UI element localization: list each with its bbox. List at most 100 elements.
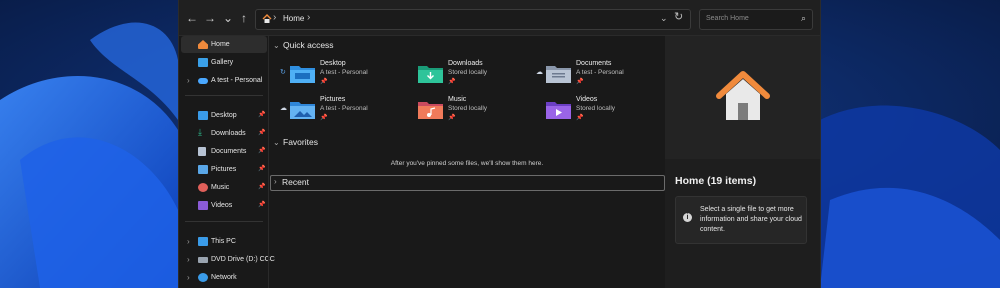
navigation-pane: Home Gallery › A test - Personal Desktop… [179,36,275,288]
quick-access-music[interactable]: Music Stored locally 📌 [418,96,543,126]
cloud-icon: ☁ [536,69,543,76]
tile-name: Music [448,96,467,103]
pin-icon: 📌 [320,79,328,85]
downloads-folder-icon [418,66,443,83]
favorites-header[interactable]: ⌄ Favorites [273,137,318,147]
quick-access-documents[interactable]: ☁ Documents A test - Personal 📌 [536,60,671,90]
sidebar-item-label: Network [211,274,237,281]
breadcrumb-separator-icon[interactable]: › [307,12,310,23]
sync-icon: ↻ [280,69,286,76]
pin-icon: 📌 [258,202,266,208]
tile-location: Stored locally [576,105,616,112]
sidebar-item-music[interactable]: Music 📌 [181,179,267,196]
sidebar-item-label: Home [211,41,230,48]
sidebar-item-documents[interactable]: Documents 📌 [181,143,267,160]
music-icon [198,183,208,192]
details-info-text: Select a single file to get more informa… [700,206,802,233]
tile-name: Videos [576,96,598,103]
search-icon[interactable]: ⌕ [801,13,806,24]
recent-header[interactable]: › Recent [270,175,665,191]
sidebar-item-pictures[interactable]: Pictures 📌 [181,161,267,178]
videos-icon [198,201,208,210]
onedrive-icon [198,78,208,84]
address-dropdown-icon[interactable]: ⌄ [660,13,668,24]
sidebar-item-this-pc[interactable]: › This PC [181,233,267,250]
content-pane: ⌄ Quick access ↻ Desktop A test - Persona… [268,36,665,288]
sidebar-item-videos[interactable]: Videos 📌 [181,197,267,214]
file-explorer-window: ← → ⌄ ↑ › Home › ⌄ ↻ Search Home ⌕ Home … [178,0,821,288]
breadcrumb-home[interactable]: Home [283,14,304,23]
chevron-right-icon[interactable]: › [187,251,190,268]
chevron-right-icon[interactable]: › [187,233,190,250]
chevron-right-icon[interactable]: › [187,269,190,286]
recent-locations-button[interactable]: ⌄ [221,10,235,26]
details-title: Home (19 items) [675,175,757,187]
sidebar-item-onedrive[interactable]: › A test - Personal [181,72,267,89]
desktop-folder-icon [290,66,315,83]
pin-icon: 📌 [576,79,584,85]
documents-icon [198,147,206,156]
sidebar-item-gallery[interactable]: Gallery [181,54,267,71]
search-box[interactable]: Search Home ⌕ [699,9,813,30]
quick-access-videos[interactable]: Videos Stored locally 📌 [546,96,671,126]
navigation-toolbar: ← → ⌄ ↑ › Home › ⌄ ↻ Search Home ⌕ [179,0,820,36]
quick-access-downloads[interactable]: Downloads Stored locally 📌 [418,60,543,90]
pin-icon: 📌 [448,79,456,85]
refresh-icon[interactable]: ↻ [674,10,683,23]
music-folder-icon [418,102,443,119]
tile-location: Stored locally [448,69,488,76]
pin-icon: 📌 [576,115,584,121]
home-large-icon [716,71,770,120]
sidebar-item-desktop[interactable]: Desktop 📌 [181,107,267,124]
address-bar[interactable]: › Home › ⌄ [255,9,691,30]
pin-icon: 📌 [258,130,266,136]
back-button[interactable]: ← [185,10,199,26]
sidebar-item-label: Gallery [211,59,234,66]
quick-access-desktop[interactable]: ↻ Desktop A test - Personal 📌 [280,60,415,90]
pin-icon: 📌 [258,184,266,190]
pin-icon: 📌 [258,148,266,154]
tile-name: Desktop [320,60,346,67]
details-info-box: i Select a single file to get more infor… [675,196,807,244]
quick-access-pictures[interactable]: ☁ Pictures A test - Personal 📌 [280,96,415,126]
sidebar-item-home[interactable]: Home [181,36,267,53]
tile-location: Stored locally [448,105,488,112]
sidebar-item-downloads[interactable]: ⤓ Downloads 📌 [181,125,267,142]
cloud-icon: ☁ [280,105,287,112]
tile-location: A test - Personal [320,105,368,112]
sidebar-item-label: Music [211,184,230,191]
videos-folder-icon [546,102,571,119]
sidebar-item-label: DVD Drive (D:) CCC [211,256,275,263]
up-button[interactable]: ↑ [237,10,251,26]
home-icon [262,14,272,23]
pictures-icon [198,165,208,174]
chevron-right-icon: › [274,177,277,186]
documents-folder-icon [546,66,571,83]
chevron-down-icon: ⌄ [273,41,280,50]
tile-name: Downloads [448,60,483,67]
chevron-down-icon: ⌄ [273,138,280,147]
sidebar-item-dvd-drive[interactable]: › DVD Drive (D:) CCC [181,251,275,268]
tile-location: A test - Personal [320,69,368,76]
dvd-icon [198,257,208,263]
sidebar-divider [185,221,263,222]
chevron-right-icon[interactable]: › [187,72,190,89]
gallery-icon [198,58,208,67]
pin-icon: 📌 [258,112,266,118]
info-icon: i [683,213,692,222]
pin-icon: 📌 [320,115,328,121]
sidebar-item-label: This PC [211,238,236,245]
breadcrumb-separator-icon: › [273,12,277,23]
sidebar-item-label: A test - Personal [211,77,263,84]
quick-access-header[interactable]: ⌄ Quick access [273,40,334,50]
sidebar-item-label: Downloads [211,130,246,137]
sidebar-item-label: Videos [211,202,233,209]
home-icon [198,40,208,49]
sidebar-item-label: Pictures [211,166,237,173]
section-title: Favorites [283,137,318,147]
downloads-icon: ⤓ [198,127,202,137]
network-icon [198,273,208,282]
forward-button[interactable]: → [203,10,217,26]
pin-icon: 📌 [258,166,266,172]
sidebar-item-network[interactable]: › Network [181,269,267,286]
